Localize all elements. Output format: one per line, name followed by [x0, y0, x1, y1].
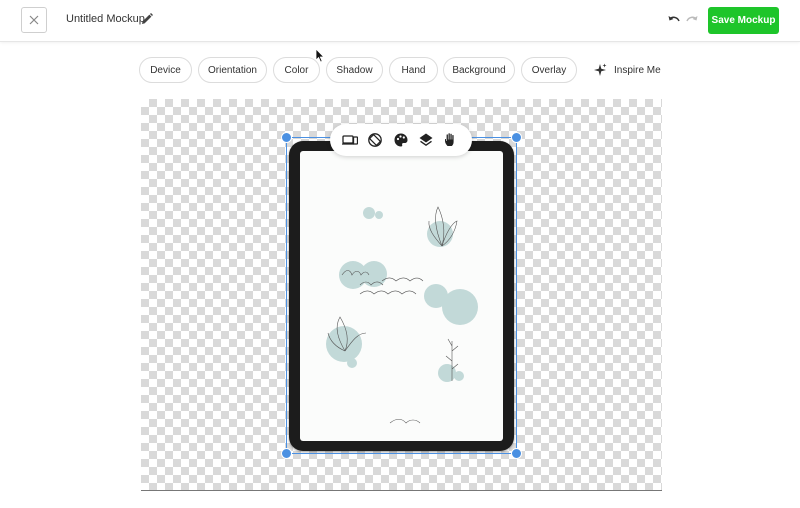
inspire-me-label: Inspire Me [614, 64, 661, 76]
top-bar: Untitled Mockup Save Mockup [0, 0, 800, 42]
palette-icon[interactable] [393, 132, 409, 148]
chip-device[interactable]: Device [139, 57, 192, 83]
chip-orientation[interactable]: Orientation [198, 57, 267, 83]
close-icon [29, 15, 39, 25]
devices-icon[interactable] [342, 132, 358, 148]
rotate-icon[interactable] [367, 132, 383, 148]
resize-handle-bottom-right[interactable] [511, 448, 522, 459]
selection-box[interactable] [286, 137, 517, 454]
redo-icon[interactable] [685, 13, 699, 27]
inspire-me-button[interactable]: Inspire Me [593, 61, 661, 79]
resize-handle-bottom-left[interactable] [281, 448, 292, 459]
close-button[interactable] [21, 7, 47, 33]
layers-icon[interactable] [418, 132, 434, 148]
resize-handle-top-right[interactable] [511, 132, 522, 143]
save-mockup-button[interactable]: Save Mockup [708, 7, 779, 34]
chip-color[interactable]: Color [273, 57, 320, 83]
resize-handle-top-left[interactable] [281, 132, 292, 143]
hand-icon[interactable] [443, 132, 459, 148]
device-quick-toolbar [330, 124, 472, 156]
undo-icon[interactable] [667, 13, 681, 27]
sparkle-icon [594, 63, 607, 76]
pencil-icon[interactable] [140, 12, 154, 26]
chip-hand[interactable]: Hand [389, 57, 438, 83]
mockup-title[interactable]: Untitled Mockup [66, 13, 145, 25]
chip-background[interactable]: Background [443, 57, 515, 83]
chip-overlay[interactable]: Overlay [521, 57, 577, 83]
chip-shadow[interactable]: Shadow [326, 57, 383, 83]
